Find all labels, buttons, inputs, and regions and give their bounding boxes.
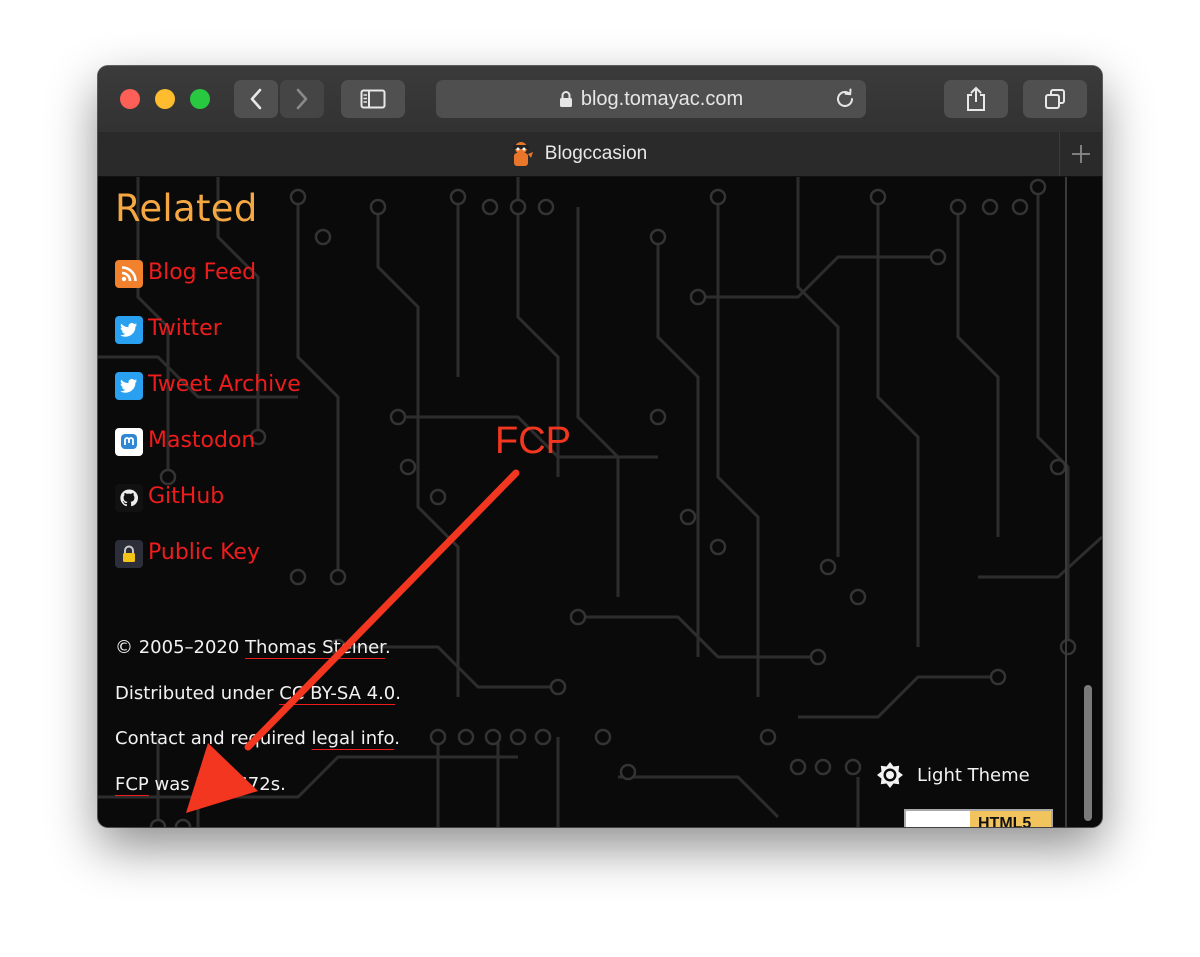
mastodon-link[interactable]: Mastodon — [148, 426, 255, 456]
lock-icon — [559, 91, 572, 107]
twitter-icon — [115, 372, 143, 400]
license-line: Distributed under CC BY-SA 4.0. — [115, 679, 401, 725]
related-heading: Related — [115, 187, 258, 230]
theme-toggle-button[interactable]: Light Theme — [876, 761, 1030, 789]
contact-line: Contact and required legal info. — [115, 724, 401, 770]
twitter-icon — [115, 316, 143, 344]
html5-text: HTML5 — [978, 815, 1032, 827]
fcp-abbr: FCP — [115, 773, 149, 795]
sidebar-toggle-button[interactable] — [341, 80, 405, 118]
page-scrollbar[interactable] — [1084, 685, 1092, 821]
address-bar-url: blog.tomayac.com — [580, 87, 744, 110]
copyright-prefix: © 2005–2020 — [115, 637, 246, 658]
fcp-annotation-label: FCP — [495, 420, 571, 462]
link-item-tweet-archive: Tweet Archive — [115, 370, 301, 426]
chevron-right-icon — [296, 88, 308, 110]
license-link[interactable]: CC BY-SA 4.0 — [279, 683, 395, 704]
contact-suffix: . — [394, 728, 400, 749]
theme-toggle-label: Light Theme — [917, 764, 1030, 786]
chevron-left-icon — [250, 88, 262, 110]
share-button[interactable] — [944, 80, 1008, 118]
link-item-blog-feed: Blog Feed — [115, 258, 301, 314]
tab-title: Blogccasion — [544, 143, 648, 164]
link-item-github: GitHub — [115, 482, 301, 538]
mastodon-icon — [115, 428, 143, 456]
twitter-link[interactable]: Twitter — [148, 314, 222, 344]
site-favicon-icon — [512, 142, 533, 166]
related-links: Blog Feed Twitter Tweet Archive Mastodon — [115, 258, 301, 594]
w3c-logo: W3C — [906, 811, 970, 828]
plus-icon — [1072, 145, 1090, 163]
share-icon — [967, 86, 985, 111]
zoom-window-button[interactable] — [190, 89, 210, 109]
browser-toolbar: blog.tomayac.com — [98, 66, 1102, 133]
fcp-line: FCP was at 0.672s. — [115, 770, 401, 816]
tab-blogccasion[interactable]: Blogccasion — [98, 132, 1058, 176]
browser-window: blog.tomayac.com Blogccasion Related Blo… — [98, 66, 1102, 827]
public-key-link[interactable]: Public Key — [148, 538, 260, 568]
link-item-mastodon: Mastodon — [115, 426, 301, 482]
sidebar-icon — [360, 89, 386, 109]
reload-icon[interactable] — [834, 88, 856, 110]
tweet-archive-link[interactable]: Tweet Archive — [148, 370, 301, 400]
lock-icon — [115, 540, 143, 568]
github-icon — [115, 484, 143, 512]
minimize-window-button[interactable] — [155, 89, 175, 109]
page-content: Related Blog Feed Twitter Tweet Archive — [98, 177, 1102, 827]
contact-prefix: Contact and required — [115, 728, 312, 749]
github-link[interactable]: GitHub — [148, 482, 224, 512]
html5-valid-label: HTML5 — [970, 811, 1051, 827]
address-bar[interactable]: blog.tomayac.com — [436, 80, 866, 118]
new-tab-button[interactable] — [1059, 132, 1102, 176]
tabs-icon — [1045, 89, 1065, 109]
w3c-html5-badge[interactable]: W3C HTML5 — [904, 809, 1053, 827]
page-footer: © 2005–2020 Thomas Steiner. Distributed … — [115, 633, 401, 815]
author-link[interactable]: Thomas Steiner — [245, 637, 385, 658]
legal-info-link[interactable]: legal info — [311, 728, 394, 749]
forward-button[interactable] — [280, 80, 324, 118]
tab-overview-button[interactable] — [1023, 80, 1087, 118]
close-window-button[interactable] — [120, 89, 140, 109]
copyright-suffix: . — [384, 637, 391, 658]
fcp-value: was at 0.672s. — [148, 773, 286, 795]
tab-bar: Blogccasion — [98, 132, 1102, 177]
link-item-twitter: Twitter — [115, 314, 301, 370]
link-item-public-key: Public Key — [115, 538, 301, 594]
license-prefix: Distributed under — [115, 682, 280, 704]
sun-icon — [877, 762, 903, 788]
copyright-line: © 2005–2020 Thomas Steiner. — [115, 633, 401, 679]
blog-feed-link[interactable]: Blog Feed — [148, 258, 256, 288]
license-suffix: . — [395, 682, 401, 704]
rss-icon — [115, 260, 143, 288]
back-button[interactable] — [234, 80, 278, 118]
